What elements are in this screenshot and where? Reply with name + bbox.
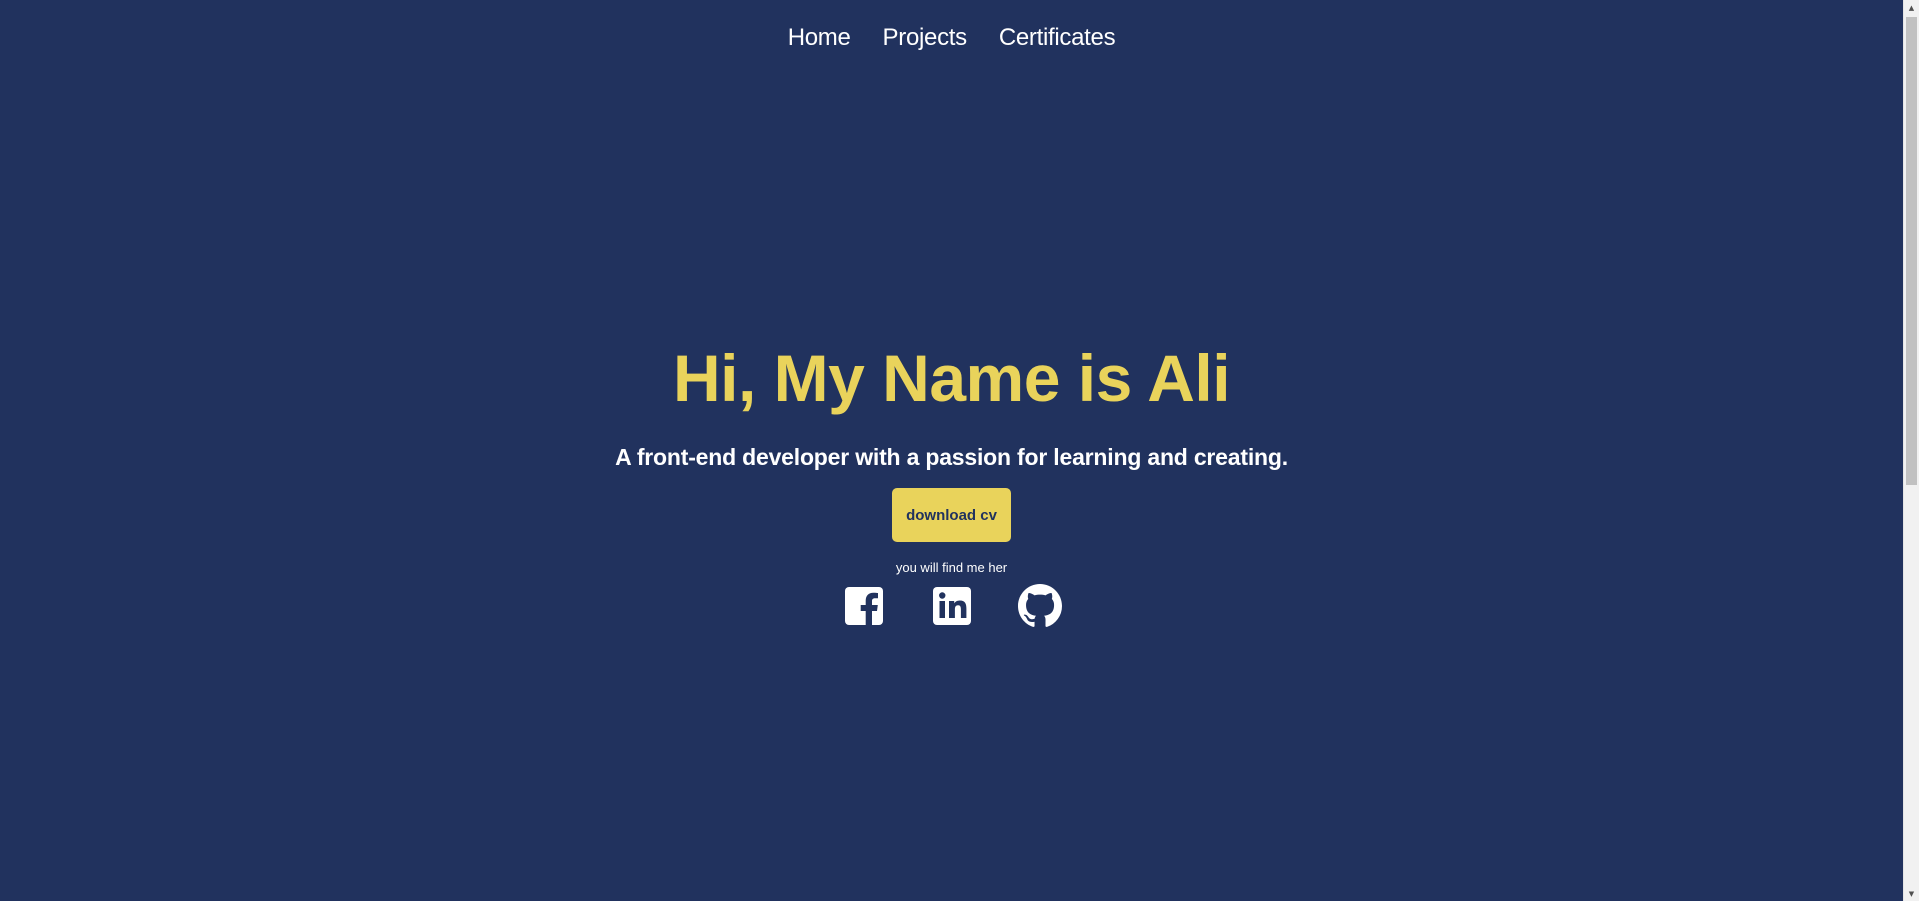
vertical-scrollbar[interactable]: ▲ ▼: [1903, 0, 1919, 901]
scroll-down-arrow-icon[interactable]: ▼: [1904, 886, 1919, 901]
main-nav: Home Projects Certificates: [0, 20, 1903, 56]
linkedin-icon: [932, 587, 971, 625]
page: Home Projects Certificates Hi, My Name i…: [0, 0, 1919, 901]
hero-tagline: A front-end developer with a passion for…: [615, 444, 1288, 470]
facebook-icon: [844, 587, 883, 625]
nav-item-home[interactable]: Home: [788, 20, 851, 56]
social-links: [0, 584, 1903, 628]
hero-title: Hi, My Name is Ali: [672, 341, 1231, 415]
nav-item-certificates[interactable]: Certificates: [999, 20, 1116, 56]
facebook-link[interactable]: [842, 584, 886, 628]
social-caption: you will find me her: [895, 560, 1008, 575]
github-link[interactable]: [1017, 584, 1062, 628]
scrollbar-thumb[interactable]: [1906, 17, 1917, 485]
github-icon: [1017, 584, 1062, 627]
scroll-up-arrow-icon[interactable]: ▲: [1904, 0, 1919, 15]
download-cv-button[interactable]: download cv: [892, 488, 1011, 542]
linkedin-link[interactable]: [930, 584, 974, 628]
nav-item-projects[interactable]: Projects: [883, 20, 968, 56]
hero-section: Hi, My Name is Ali A front-end developer…: [0, 340, 1903, 628]
